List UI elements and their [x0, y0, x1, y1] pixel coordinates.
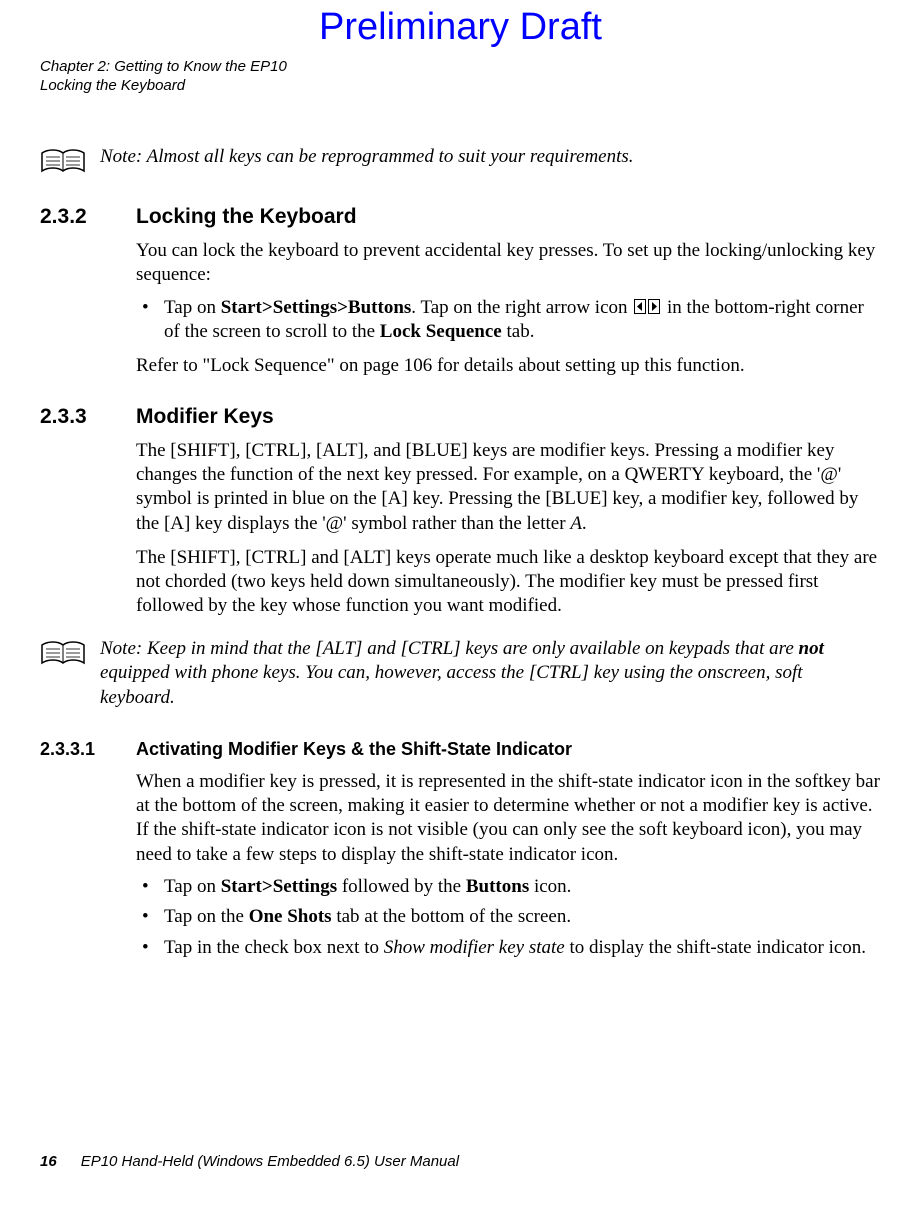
- note-block-2: Note: Keep in mind that the [ALT] and [C…: [40, 637, 881, 711]
- section-2-3-2-heading: 2.3.2 Locking the Keyboard: [40, 205, 881, 229]
- note-2-body-a: Keep in mind that the [ALT] and [CTRL] k…: [147, 638, 799, 659]
- list-item: Tap in the check box next to Show modifi…: [136, 936, 881, 960]
- content-area: Note: Almost all keys can be reprogramme…: [40, 145, 881, 966]
- page-number: 16: [40, 1153, 57, 1170]
- text-run: to display the shift-state indicator ico…: [565, 937, 866, 958]
- text-run: tab.: [502, 321, 535, 342]
- text-bold: Start>Settings: [221, 876, 337, 897]
- paragraph: The [SHIFT], [CTRL] and [ALT] keys opera…: [136, 546, 881, 619]
- paragraph: You can lock the keyboard to prevent acc…: [136, 239, 881, 288]
- section-2-3-3-body: The [SHIFT], [CTRL], [ALT], and [BLUE] k…: [136, 439, 881, 619]
- text-run: .: [582, 513, 587, 534]
- section-title: Modifier Keys: [136, 405, 274, 429]
- running-header-section: Locking the Keyboard: [40, 77, 287, 96]
- watermark-text: Preliminary Draft: [0, 6, 921, 49]
- scroll-arrows-icon: [634, 297, 660, 312]
- page: Preliminary Draft Chapter 2: Getting to …: [0, 0, 921, 1208]
- note-1-label: Note:: [100, 146, 142, 167]
- section-2-3-3-1-heading: 2.3.3.1 Activating Modifier Keys & the S…: [40, 739, 881, 760]
- text-run: Tap in the check box next to: [164, 937, 384, 958]
- note-1-text: Note: Almost all keys can be reprogramme…: [100, 145, 634, 170]
- paragraph: When a modifier key is pressed, it is re…: [136, 770, 881, 867]
- section-number: 2.3.3.1: [40, 739, 110, 760]
- note-2-body-c: equipped with phone keys. You can, howev…: [100, 662, 803, 708]
- section-title: Activating Modifier Keys & the Shift-Sta…: [136, 739, 572, 760]
- book-icon: [40, 147, 86, 177]
- paragraph: The [SHIFT], [CTRL], [ALT], and [BLUE] k…: [136, 439, 881, 536]
- footer-title: EP10 Hand-Held (Windows Embedded 6.5) Us…: [81, 1153, 459, 1170]
- list-item: Tap on Start>Settings>Buttons. Tap on th…: [136, 296, 881, 345]
- running-header-chapter: Chapter 2: Getting to Know the EP10: [40, 58, 287, 77]
- text-run: Tap on: [164, 297, 221, 318]
- section-number: 2.3.2: [40, 205, 110, 229]
- running-header: Chapter 2: Getting to Know the EP10 Lock…: [40, 58, 287, 96]
- page-footer: 16 EP10 Hand-Held (Windows Embedded 6.5)…: [40, 1153, 459, 1170]
- text-bold: One Shots: [249, 906, 332, 927]
- text-bold: Start>Settings>Buttons: [221, 297, 412, 318]
- text-italic: Show modifier key state: [384, 937, 565, 958]
- bullet-list: Tap on Start>Settings followed by the Bu…: [136, 875, 881, 960]
- bullet-list: Tap on Start>Settings>Buttons. Tap on th…: [136, 296, 881, 345]
- text-run: tab at the bottom of the screen.: [332, 906, 572, 927]
- text-bold: Lock Sequence: [380, 321, 502, 342]
- list-item: Tap on the One Shots tab at the bottom o…: [136, 905, 881, 929]
- text-run: . Tap on the right arrow icon: [411, 297, 632, 318]
- section-2-3-3-1-body: When a modifier key is pressed, it is re…: [136, 770, 881, 960]
- note-2-text: Note: Keep in mind that the [ALT] and [C…: [100, 637, 881, 711]
- note-2-label: Note:: [100, 638, 142, 659]
- paragraph: Refer to "Lock Sequence" on page 106 for…: [136, 354, 881, 378]
- text-italic: A: [570, 513, 582, 534]
- text-run: Tap on: [164, 876, 221, 897]
- note-block-1: Note: Almost all keys can be reprogramme…: [40, 145, 881, 177]
- text-run: icon.: [529, 876, 571, 897]
- section-2-3-2-body: You can lock the keyboard to prevent acc…: [136, 239, 881, 379]
- book-icon: [40, 639, 86, 669]
- note-2-body-bold: not: [799, 638, 824, 659]
- section-number: 2.3.3: [40, 405, 110, 429]
- list-item: Tap on Start>Settings followed by the Bu…: [136, 875, 881, 899]
- text-run: The [SHIFT], [CTRL], [ALT], and [BLUE] k…: [136, 440, 858, 534]
- section-title: Locking the Keyboard: [136, 205, 357, 229]
- note-1-body: Almost all keys can be reprogrammed to s…: [147, 146, 634, 167]
- text-bold: Buttons: [466, 876, 529, 897]
- text-run: Tap on the: [164, 906, 249, 927]
- section-2-3-3-heading: 2.3.3 Modifier Keys: [40, 405, 881, 429]
- text-run: followed by the: [337, 876, 466, 897]
